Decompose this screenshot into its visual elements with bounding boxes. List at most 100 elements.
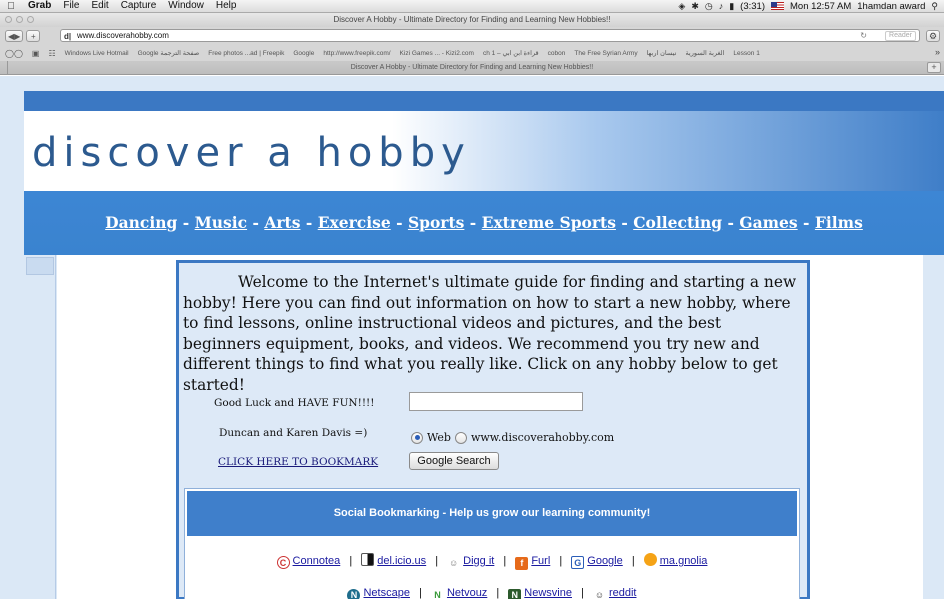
bookmark-item[interactable]: الغربة السورية <box>685 49 724 57</box>
menu-capture[interactable]: Capture <box>115 0 163 12</box>
bookmark-item[interactable]: Kizi Games ... - Kizi2.com <box>400 50 474 57</box>
social-link-magnolia[interactable]: ma.gnolia <box>660 555 708 567</box>
bookmark-item[interactable]: Free photos ...ad | Freepik <box>208 50 284 57</box>
top-sites-icon[interactable]: ☷ <box>48 49 55 58</box>
bookmark-item[interactable]: Windows Live Hotmail <box>65 50 129 57</box>
user-name[interactable]: 1hamdan award <box>857 1 925 12</box>
social-row-1: C Connotea | del.icio.us | ☺ Digg it | f Fu… <box>184 553 800 570</box>
furl-icon: f <box>515 557 529 570</box>
google-icon: G <box>571 556 585 569</box>
nav-link-arts[interactable]: Arts <box>264 213 300 232</box>
tab-bar: Discover A Hobby - Ultimate Directory fo… <box>0 61 944 75</box>
reddit-icon: ☺ <box>594 590 605 599</box>
close-window-button[interactable] <box>5 16 12 23</box>
bluetooth-icon[interactable]: ✱ <box>691 1 699 12</box>
radio-site[interactable] <box>454 431 467 444</box>
apple-menu-icon[interactable]:  <box>0 1 22 12</box>
battery-icon[interactable]: ▮ <box>729 1 734 12</box>
netvouz-icon: N <box>434 590 441 599</box>
social-link-connotea[interactable]: Connotea <box>293 555 341 567</box>
social-link-google[interactable]: Google <box>587 555 622 567</box>
bookmarks-overflow-chevron-icon[interactable]: » <box>935 47 940 57</box>
menu-bar:  Grab File Edit Capture Window Help ◈ ✱… <box>0 0 944 13</box>
minimize-window-button[interactable] <box>16 16 23 23</box>
wifi-icon[interactable]: ◈ <box>678 1 685 12</box>
input-source-flag-icon[interactable] <box>771 2 784 10</box>
search-scope: Web www.discoverahobby.com <box>411 431 614 444</box>
bookmark-link[interactable]: CLICK HERE TO BOOKMARK <box>218 456 378 468</box>
new-tab-button[interactable]: + <box>927 62 941 73</box>
bookmark-item[interactable]: cobon <box>548 50 566 57</box>
site-logo[interactable]: discover a hobby <box>32 130 471 176</box>
social-row-2: N Netscape | N Netvouz | N Newsvine | ☺ redd… <box>184 587 800 599</box>
bookmark-item[interactable]: http://www.freepik.com/ <box>323 50 390 57</box>
show-all-bookmarks-icon[interactable]: ▣ <box>32 49 40 58</box>
address-text[interactable]: www.discoverahobby.com <box>77 31 169 40</box>
reader-button[interactable]: Reader <box>885 31 916 41</box>
social-separator: | <box>559 555 563 567</box>
social-link-furl[interactable]: Furl <box>531 555 550 567</box>
active-tab[interactable]: Discover A Hobby - Ultimate Directory fo… <box>351 64 593 71</box>
menu-help[interactable]: Help <box>210 0 243 12</box>
zoom-window-button[interactable] <box>27 16 34 23</box>
bookmark-item[interactable]: The Free Syrian Army <box>574 50 637 57</box>
menu-edit[interactable]: Edit <box>85 0 114 12</box>
clock[interactable]: Mon 12:57 AM <box>790 1 851 12</box>
bookmark-item[interactable]: Google صفحة الترجمة <box>138 49 200 57</box>
radio-web[interactable] <box>411 431 423 444</box>
search-input[interactable] <box>409 392 583 411</box>
social-heading: Social Bookmarking - Help us grow our le… <box>187 491 797 536</box>
social-link-reddit[interactable]: reddit <box>609 587 637 599</box>
nav-link-extreme-sports[interactable]: Extreme Sports <box>482 213 616 232</box>
back-forward-buttons[interactable]: ◀▶ <box>5 30 24 42</box>
window-title: Discover A Hobby - Ultimate Directory fo… <box>333 15 611 24</box>
nav-link-films[interactable]: Films <box>815 213 863 232</box>
window-title-bar: Discover A Hobby - Ultimate Directory fo… <box>0 13 944 27</box>
social-link-delicious[interactable]: del.icio.us <box>377 555 426 567</box>
left-column <box>24 255 56 599</box>
welcome-text: Welcome to the Internet's ultimate guide… <box>183 273 797 394</box>
social-separator: | <box>496 587 500 599</box>
nav-link-exercise[interactable]: Exercise <box>318 213 391 232</box>
add-bookmark-button[interactable]: + <box>26 30 41 42</box>
tab-edge <box>0 61 8 75</box>
menu-grab[interactable]: Grab <box>22 0 57 12</box>
reading-list-icon[interactable]: ◯◯ <box>5 49 23 58</box>
nav-link-music[interactable]: Music <box>195 213 247 232</box>
social-separator: | <box>435 555 439 567</box>
bookmarks-bar: ◯◯ ▣ ☷ Windows Live Hotmail Google صفحة … <box>0 45 944 61</box>
nav-separator: - <box>252 213 259 232</box>
social-separator: | <box>581 587 584 599</box>
nav-link-sports[interactable]: Sports <box>408 213 464 232</box>
address-bar[interactable]: d| www.discoverahobby.com ↻ Reader <box>60 29 920 42</box>
menu-window[interactable]: Window <box>162 0 210 12</box>
newsvine-icon: N <box>508 589 522 599</box>
spotlight-search-icon[interactable]: ⚲ <box>931 1 938 12</box>
google-search-button[interactable]: Google Search <box>409 452 499 470</box>
social-link-netvouz[interactable]: Netvouz <box>447 587 487 599</box>
reload-icon[interactable]: ↻ <box>860 30 867 41</box>
right-column <box>923 255 944 599</box>
netscape-icon: N <box>347 589 361 599</box>
settings-gear-icon[interactable]: ⚙ <box>926 30 940 42</box>
window-controls <box>5 16 34 23</box>
social-link-netscape[interactable]: Netscape <box>363 587 409 599</box>
nav-link-games[interactable]: Games <box>739 213 797 232</box>
magnolia-icon <box>643 553 657 566</box>
bookmark-item[interactable]: ch 1 – قراءة ابن ابي <box>483 49 539 57</box>
nav-separator: - <box>305 213 313 232</box>
volume-icon[interactable]: ♪ <box>719 1 724 11</box>
nav-separator: - <box>396 213 403 232</box>
social-link-newsvine[interactable]: Newsvine <box>524 587 572 599</box>
social-link-digg[interactable]: Digg it <box>463 555 494 567</box>
menu-file[interactable]: File <box>57 0 85 12</box>
nav-link-collecting[interactable]: Collecting <box>633 213 722 232</box>
social-separator: | <box>349 555 353 567</box>
digg-icon: ☺ <box>449 558 459 568</box>
bookmark-item[interactable]: Google <box>293 50 314 57</box>
hobby-nav: Dancing - Music - Arts - Exercise - Spor… <box>24 213 944 232</box>
nav-link-dancing[interactable]: Dancing <box>105 213 177 232</box>
time-machine-icon[interactable]: ◷ <box>705 1 713 12</box>
bookmark-item[interactable]: نيسان اربها <box>647 49 677 57</box>
bookmark-item[interactable]: Lesson 1 <box>733 50 759 57</box>
